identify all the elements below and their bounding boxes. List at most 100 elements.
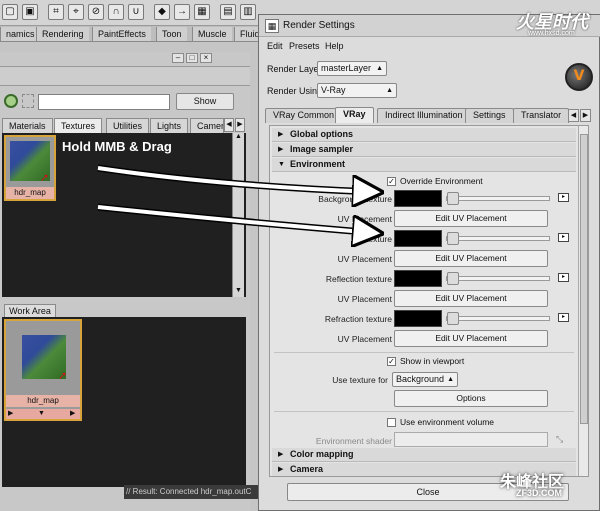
override-environment-label: Override Environment	[400, 176, 483, 186]
window-icon: ▦	[265, 19, 279, 33]
render-layer-select[interactable]: masterLayer ▲	[317, 61, 387, 76]
tab-translator[interactable]: Translator	[513, 108, 570, 123]
use-texture-for-select[interactable]: Background ▲	[392, 372, 458, 387]
shelf-tab[interactable]: Rendering	[36, 27, 89, 41]
tab-camera[interactable]: Camera	[190, 118, 224, 133]
section-global-options[interactable]: ▶ Global options	[272, 128, 576, 142]
tab-vray-common[interactable]: VRay Common	[265, 108, 343, 123]
vray-logo-icon: V	[565, 63, 593, 91]
section-color-mapping[interactable]: ▶ Color mapping	[272, 448, 576, 462]
reflection-texture-swatch[interactable]	[394, 270, 442, 287]
section-environment[interactable]: ▼ Environment	[272, 158, 576, 172]
textures-panel: ➚ hdr_map	[2, 133, 246, 297]
settings-scroll-area: ▶ Global options ▶ Image sampler ▼ Environm…	[269, 125, 589, 477]
slider-handle[interactable]	[447, 272, 459, 285]
settings-scrollbar[interactable]	[578, 126, 588, 476]
tab-right-icon[interactable]: ▶	[580, 109, 591, 122]
section-title: Environment	[290, 159, 346, 169]
tab-work-area[interactable]: Work Area	[4, 304, 56, 318]
shelf-tab[interactable]: PaintEffects	[92, 27, 151, 41]
refraction-texture-swatch[interactable]	[394, 310, 442, 327]
tab-indirect-illumination[interactable]: Indirect Illumination	[377, 108, 471, 123]
use-environment-volume-label: Use environment volume	[400, 417, 495, 427]
menu-help[interactable]: Help	[325, 41, 344, 51]
gi-texture-swatch[interactable]	[394, 230, 442, 247]
show-in-viewport-checkbox[interactable]: ✓	[387, 357, 396, 366]
scroll-down-icon[interactable]: ▼	[234, 287, 243, 297]
hdr-map-node[interactable]: ➚ hdr_map ▶ ▼ ▶	[4, 319, 82, 421]
scroll-thumb[interactable]	[580, 134, 588, 424]
map-button-icon[interactable]: ▸	[558, 313, 569, 322]
tab-vray[interactable]: VRay	[335, 107, 374, 123]
section-image-sampler[interactable]: ▶ Image sampler	[272, 143, 576, 157]
tool-icon[interactable]: ⌗	[48, 4, 64, 20]
tool-icon[interactable]: ◆	[154, 4, 170, 20]
shelf-tab[interactable]: namics	[0, 27, 40, 41]
render-icon[interactable]: ▤	[220, 4, 236, 20]
background-texture-swatch[interactable]	[394, 190, 442, 207]
slider-handle[interactable]	[447, 312, 459, 325]
search-input[interactable]	[38, 94, 170, 110]
renderer-tabs: VRay Common VRay Indirect Illumination S…	[265, 107, 593, 123]
use-environment-volume-checkbox[interactable]	[387, 418, 396, 427]
shelf-tab[interactable]: Toon	[156, 27, 187, 41]
shelf-tab[interactable]: Muscle	[192, 27, 232, 41]
close-icon[interactable]: ×	[200, 53, 212, 63]
tab-materials[interactable]: Materials	[2, 118, 53, 133]
minimize-icon[interactable]: –	[172, 53, 184, 63]
tab-utilities[interactable]: Utilities	[106, 118, 150, 133]
tool-icon[interactable]: ⊘	[88, 4, 104, 20]
slider-handle[interactable]	[447, 232, 459, 245]
edit-uv-placement-button[interactable]: Edit UV Placement	[394, 210, 548, 227]
magnet-icon[interactable]: ∪	[128, 4, 144, 20]
tool-icon[interactable]: ▣	[22, 4, 38, 20]
filter-icon[interactable]	[22, 94, 34, 108]
section-title: Color mapping	[290, 449, 354, 459]
environment-shader-field[interactable]	[394, 432, 548, 447]
menu-presets[interactable]: Presets	[289, 41, 320, 51]
expand-icon: ▶	[278, 146, 284, 153]
gear-icon[interactable]	[4, 94, 18, 108]
arrow-icon[interactable]: →	[174, 4, 190, 20]
maximize-icon[interactable]: □	[186, 53, 198, 63]
hdr-map-swatch[interactable]: ➚ hdr_map	[4, 135, 56, 201]
tab-lights[interactable]: Lights	[150, 118, 189, 133]
menu-edit[interactable]: Edit	[267, 41, 283, 51]
refraction-texture-slider[interactable]	[446, 312, 550, 325]
environment-shader-label: Environment shader	[315, 436, 392, 446]
divider	[274, 352, 574, 353]
render-using-select[interactable]: V-Ray ▲	[317, 83, 397, 98]
uv-placement-label: UV Placement	[337, 214, 392, 224]
scrollbar[interactable]: ▲ ▼	[232, 133, 244, 297]
reflection-texture-slider[interactable]	[446, 272, 550, 285]
tab-left-icon[interactable]: ◀	[224, 118, 234, 132]
expand-icon[interactable]: ▼	[38, 409, 45, 419]
options-button[interactable]: Options	[394, 390, 548, 407]
edit-uv-placement-button[interactable]: Edit UV Placement	[394, 330, 548, 347]
edit-uv-placement-button[interactable]: Edit UV Placement	[394, 250, 548, 267]
map-link-icon[interactable]: ⤡	[556, 434, 563, 445]
tab-left-icon[interactable]: ◀	[568, 109, 579, 122]
map-button-icon[interactable]: ▸	[558, 273, 569, 282]
tab-right-icon[interactable]: ▶	[235, 118, 245, 132]
gi-texture-slider[interactable]	[446, 232, 550, 245]
show-button[interactable]: Show	[176, 93, 234, 110]
output-port-icon[interactable]: ▶	[70, 409, 75, 419]
edit-uv-placement-button[interactable]: Edit UV Placement	[394, 290, 548, 307]
background-texture-slider[interactable]	[446, 192, 550, 205]
tool-icon[interactable]: ⌖	[68, 4, 84, 20]
map-button-icon[interactable]: ▸	[558, 233, 569, 242]
magnet-icon[interactable]: ∩	[108, 4, 124, 20]
show-in-viewport-label: Show in viewport	[400, 356, 465, 366]
tab-settings[interactable]: Settings	[465, 108, 514, 123]
scroll-up-icon[interactable]: ▲	[234, 133, 243, 143]
render-icon[interactable]: ▥	[240, 4, 256, 20]
tab-textures[interactable]: Textures	[54, 118, 103, 133]
node-port-bar[interactable]: ▶ ▼ ▶	[6, 409, 80, 419]
input-port-icon[interactable]: ▶	[8, 409, 13, 419]
slider-handle[interactable]	[447, 192, 459, 205]
override-environment-checkbox[interactable]: ✓	[387, 177, 396, 186]
map-button-icon[interactable]: ▸	[558, 193, 569, 202]
tool-icon[interactable]: ▢	[2, 4, 18, 20]
tool-icon[interactable]: ▦	[194, 4, 210, 20]
